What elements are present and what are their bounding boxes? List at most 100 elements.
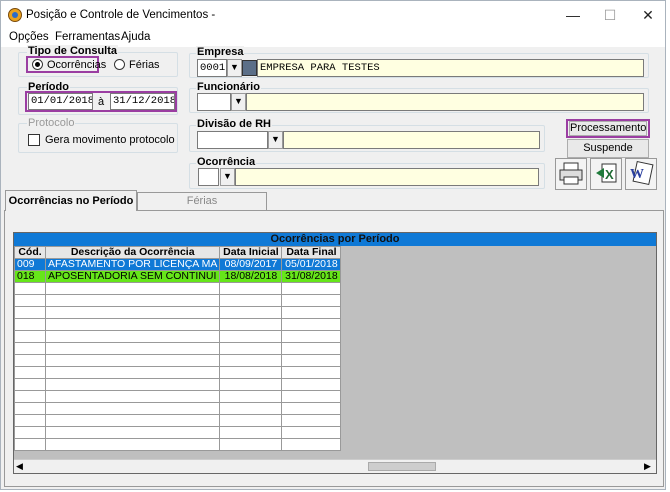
table-cell: AFASTAMENTO POR LICENÇA MA <box>44 258 221 271</box>
tab-ocorrencias[interactable]: Ocorrências no Período <box>5 190 137 211</box>
table-cell <box>281 378 342 391</box>
empty-row[interactable] <box>14 354 342 367</box>
funcionario-dropdown-icon[interactable]: ▼ <box>231 93 246 111</box>
table-cell <box>281 426 342 439</box>
empty-row[interactable] <box>14 390 342 403</box>
funcionario-label: Funcionário <box>196 81 261 93</box>
empty-row[interactable] <box>14 342 342 355</box>
table-cell: 08/09/2017 <box>219 258 283 271</box>
table-cell <box>219 330 283 343</box>
table-cell <box>44 318 221 331</box>
table-cell <box>44 402 221 415</box>
table-cell <box>219 294 283 307</box>
col-data-final[interactable]: Data Final <box>281 246 342 259</box>
processamento-button[interactable]: Processamento <box>569 121 647 136</box>
ocorrencia-dropdown-icon[interactable]: ▼ <box>220 168 235 186</box>
window-title: Posição e Controle de Vencimentos - <box>26 9 216 21</box>
radio-ocorrencias[interactable] <box>32 59 43 70</box>
table-cell <box>44 438 221 451</box>
table-cell <box>281 306 342 319</box>
menu-ferramentas[interactable]: Ferramentas <box>55 31 120 43</box>
empty-row[interactable] <box>14 426 342 439</box>
empty-row[interactable] <box>14 282 342 295</box>
table-cell <box>44 282 221 295</box>
empty-row[interactable] <box>14 294 342 307</box>
empty-row[interactable] <box>14 402 342 415</box>
horizontal-scrollbar[interactable]: ◀ ▶ <box>14 459 656 473</box>
data-inicial-input[interactable]: 01/01/2018 <box>28 93 93 110</box>
table-cell <box>14 354 46 367</box>
table-cell <box>281 294 342 307</box>
table-cell <box>44 294 221 307</box>
col-cod[interactable]: Cód. <box>14 246 46 259</box>
table-cell <box>219 354 283 367</box>
empty-row[interactable] <box>14 414 342 427</box>
table-row[interactable]: 009 AFASTAMENTO POR LICENÇA MA 08/09/2017 0… <box>14 258 342 271</box>
col-data-inicial[interactable]: Data Inicial <box>219 246 283 259</box>
table-cell <box>219 282 283 295</box>
suspende-button[interactable]: Suspende <box>567 139 649 158</box>
radio-ferias[interactable] <box>114 59 125 70</box>
scroll-thumb[interactable] <box>368 462 436 471</box>
table-cell <box>219 318 283 331</box>
table-cell <box>219 306 283 319</box>
scroll-right-icon[interactable]: ▶ <box>644 461 651 472</box>
table-cell <box>281 402 342 415</box>
empty-row[interactable] <box>14 318 342 331</box>
table-cell <box>219 414 283 427</box>
table-cell <box>44 378 221 391</box>
funcionario-code-input[interactable] <box>197 93 231 111</box>
table-cell <box>14 318 46 331</box>
printer-icon[interactable] <box>555 158 587 190</box>
table-cell: 018 <box>14 270 46 283</box>
maximize-button[interactable]: ☐ <box>595 5 625 25</box>
svg-text:W: W <box>630 167 644 182</box>
divisao-dropdown-icon[interactable]: ▼ <box>268 131 283 149</box>
scroll-left-icon[interactable]: ◀ <box>16 461 23 472</box>
empty-row[interactable] <box>14 378 342 391</box>
table-cell <box>44 426 221 439</box>
grid-table: Cód. Descrição da Ocorrência Data Inicia… <box>14 246 342 451</box>
table-cell <box>281 342 342 355</box>
minimize-button[interactable]: — <box>558 5 588 25</box>
word-icon[interactable]: W <box>625 158 657 190</box>
radio-ferias-label: Férias <box>129 59 160 71</box>
table-cell <box>281 354 342 367</box>
table-cell: 05/01/2018 <box>281 258 342 271</box>
empty-row[interactable] <box>14 330 342 343</box>
table-cell <box>281 330 342 343</box>
table-cell <box>219 390 283 403</box>
table-cell <box>14 378 46 391</box>
table-cell <box>14 306 46 319</box>
table-row[interactable]: 018 APOSENTADORIA SEM CONTINUI 18/08/2018 3… <box>14 270 342 283</box>
empty-row[interactable] <box>14 366 342 379</box>
empresa-code-input[interactable]: 0001 <box>197 59 227 77</box>
table-cell <box>219 438 283 451</box>
table-cell <box>281 318 342 331</box>
ocorrencia-code-input[interactable] <box>198 168 219 186</box>
table-cell <box>14 330 46 343</box>
table-cell <box>219 426 283 439</box>
ocorrencia-label: Ocorrência <box>196 156 257 168</box>
table-cell <box>14 426 46 439</box>
menu-opcoes[interactable]: Opções <box>9 31 49 43</box>
table-cell <box>219 366 283 379</box>
data-final-input[interactable]: 31/12/2018 <box>110 93 175 110</box>
empresa-search-icon[interactable] <box>242 60 257 76</box>
title-bar: Posição e Controle de Vencimentos - — ☐ … <box>1 1 665 29</box>
table-cell <box>14 390 46 403</box>
col-descricao[interactable]: Descrição da Ocorrência <box>44 246 221 259</box>
gera-protocolo-checkbox[interactable] <box>28 134 40 146</box>
excel-icon[interactable]: X <box>590 158 622 190</box>
grid-header-row: Cód. Descrição da Ocorrência Data Inicia… <box>14 246 342 259</box>
table-cell: 18/08/2018 <box>219 270 283 283</box>
empty-row[interactable] <box>14 438 342 451</box>
divisao-code-input[interactable] <box>197 131 268 149</box>
empresa-dropdown-icon[interactable]: ▼ <box>227 59 242 77</box>
periodo-separator: à <box>98 96 105 108</box>
empty-row[interactable] <box>14 306 342 319</box>
menu-ajuda[interactable]: Ajuda <box>121 31 150 43</box>
close-button[interactable]: ✕ <box>633 5 663 25</box>
table-cell <box>44 390 221 403</box>
tab-ferias[interactable]: Férias <box>137 192 267 210</box>
